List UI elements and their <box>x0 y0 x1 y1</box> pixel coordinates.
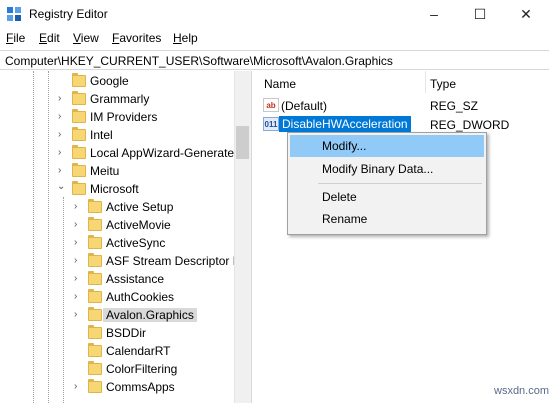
menu-favorites[interactable]: Favorites <box>112 31 161 45</box>
folder-icon <box>88 325 102 339</box>
chevron-right-icon[interactable]: › <box>74 255 84 267</box>
watermark: wsxdn.com <box>494 385 549 397</box>
key-tree[interactable]: Google › Grammarly › IM Providers › Inte… <box>0 71 251 403</box>
folder-icon <box>88 289 102 303</box>
tree-item-meitu[interactable]: › Meitu <box>0 162 234 180</box>
tree-item-assistance[interactable]: › Assistance <box>0 270 234 288</box>
chevron-right-icon[interactable]: › <box>74 381 84 393</box>
chevron-right-icon[interactable]: › <box>58 147 68 159</box>
chevron-right-icon[interactable]: › <box>74 237 84 249</box>
tree-scrollbar-thumb[interactable] <box>236 126 249 159</box>
tree-item-local-appwizard[interactable]: › Local AppWizard-Generated <box>0 144 241 162</box>
menu-view[interactable]: View <box>73 31 99 45</box>
close-icon: ✕ <box>520 5 532 22</box>
menu-item-modify[interactable]: Modify... <box>290 135 484 157</box>
tree-item-asf-stream[interactable]: › ASF Stream Descriptor Fi <box>0 252 243 270</box>
tree-scrollbar[interactable] <box>234 71 251 403</box>
window-title: Registry Editor <box>29 7 108 21</box>
string-value-icon: ab <box>263 98 279 112</box>
tree-item-commsapps[interactable]: › CommsApps <box>0 378 234 396</box>
folder-icon <box>72 127 86 141</box>
chevron-right-icon[interactable]: › <box>74 201 84 213</box>
tree-item-grammarly[interactable]: › Grammarly <box>0 90 234 108</box>
chevron-right-icon[interactable]: › <box>58 129 68 141</box>
chevron-down-icon[interactable]: ⌄ <box>57 181 67 193</box>
address-path: Computer\HKEY_CURRENT_USER\Software\Micr… <box>5 54 393 68</box>
menu-item-delete[interactable]: Delete <box>290 186 484 208</box>
column-header-type[interactable]: Type <box>430 77 456 91</box>
folder-icon <box>72 163 86 177</box>
folder-icon <box>88 271 102 285</box>
folder-icon <box>88 199 102 213</box>
tree-item-im-providers[interactable]: › IM Providers <box>0 108 234 126</box>
close-button[interactable]: ✕ <box>503 0 549 28</box>
tree-item-colorfiltering[interactable]: ColorFiltering <box>0 360 234 378</box>
maximize-button[interactable]: ☐ <box>457 0 503 28</box>
menu-item-rename[interactable]: Rename <box>290 208 484 230</box>
context-menu: Modify... Modify Binary Data... Delete R… <box>287 132 487 235</box>
value-type: REG_DWORD <box>430 118 510 132</box>
tree-item-bsddir[interactable]: BSDDir <box>0 324 234 342</box>
chevron-right-icon[interactable]: › <box>58 111 68 123</box>
values-list[interactable]: Name Type ab (Default) REG_SZ 011 Disabl… <box>257 71 549 403</box>
menu-separator <box>318 183 482 184</box>
menu-file[interactable]: File <box>6 31 25 45</box>
tree-item-intel[interactable]: › Intel <box>0 126 234 144</box>
folder-icon <box>72 91 86 105</box>
folder-icon <box>88 379 102 393</box>
folder-icon <box>72 181 86 195</box>
value-name: (Default) <box>281 99 328 113</box>
folder-icon <box>72 145 86 159</box>
tree-item-avalon-graphics[interactable]: › Avalon.Graphics <box>0 306 234 324</box>
folder-icon <box>72 109 86 123</box>
menu-help[interactable]: Help <box>173 31 198 45</box>
tree-item-google[interactable]: Google <box>0 72 234 90</box>
column-header-name[interactable]: Name <box>264 77 296 91</box>
chevron-right-icon[interactable]: › <box>58 165 68 177</box>
menu-edit[interactable]: Edit <box>39 31 60 45</box>
folder-icon <box>72 73 86 87</box>
folder-icon <box>88 235 102 249</box>
menu-item-modify-binary[interactable]: Modify Binary Data... <box>290 158 484 180</box>
chevron-right-icon[interactable]: › <box>74 273 84 285</box>
minimize-icon: – <box>430 6 438 22</box>
tree-item-authcookies[interactable]: › AuthCookies <box>0 288 234 306</box>
folder-icon <box>88 253 102 267</box>
chevron-right-icon[interactable]: › <box>74 291 84 303</box>
value-type: REG_SZ <box>430 99 479 113</box>
tree-item-activemovie[interactable]: › ActiveMovie <box>0 216 234 234</box>
tree-item-calendarrt[interactable]: CalendarRT <box>0 342 234 360</box>
column-separator[interactable] <box>425 71 426 93</box>
tree-item-microsoft[interactable]: ⌄ Microsoft <box>0 180 234 198</box>
minimize-button[interactable]: – <box>411 0 457 28</box>
maximize-icon: ☐ <box>473 5 487 22</box>
chevron-right-icon[interactable]: › <box>74 309 84 321</box>
dword-value-icon: 011 <box>263 117 279 131</box>
title-bar: Registry Editor – ☐ ✕ <box>0 0 549 28</box>
registry-editor-icon <box>7 7 21 21</box>
folder-icon <box>88 217 102 231</box>
folder-icon <box>88 361 102 375</box>
value-name: DisableHWAcceleration <box>279 116 411 132</box>
folder-icon <box>88 343 102 357</box>
tree-item-active-setup[interactable]: › Active Setup <box>0 198 234 216</box>
menu-bar: File Edit View Favorites Help <box>0 30 549 48</box>
folder-icon <box>88 307 102 321</box>
chevron-right-icon[interactable]: › <box>74 219 84 231</box>
chevron-right-icon[interactable]: › <box>58 93 68 105</box>
address-bar[interactable]: Computer\HKEY_CURRENT_USER\Software\Micr… <box>0 50 549 70</box>
tree-item-activesync[interactable]: › ActiveSync <box>0 234 234 252</box>
